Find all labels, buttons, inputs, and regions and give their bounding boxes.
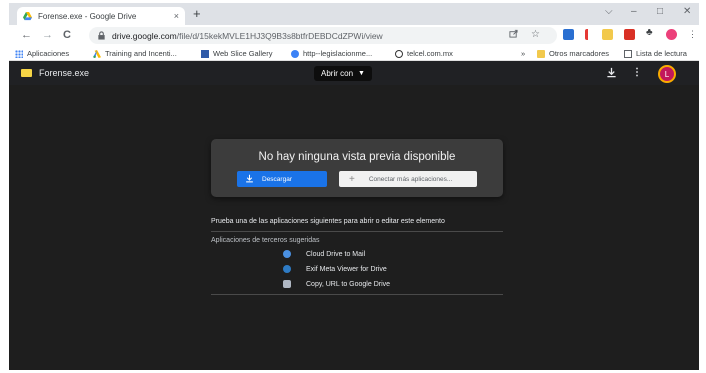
bookmark-training[interactable]: Training and Incenti...	[93, 49, 177, 58]
download-icon	[245, 174, 254, 185]
tab-title: Forense.exe - Google Drive	[38, 11, 137, 21]
profile-avatar-icon[interactable]	[666, 29, 677, 40]
bookmark-legislacion[interactable]: http--legislacionme...	[291, 49, 372, 58]
google-ads-icon	[93, 49, 101, 58]
app-name: Copy, URL to Google Drive	[306, 280, 391, 288]
avatar-letter: L	[664, 69, 670, 79]
exif-viewer-icon	[283, 265, 291, 273]
app-name: Exif Meta Viewer for Drive	[306, 265, 387, 273]
suggest-text: Prueba una de las aplicaciones siguiente…	[211, 218, 445, 225]
bookmark-label: Lista de lectura	[636, 49, 687, 58]
drive-file-viewer: Forense.exe Abrir con ▼ ⋮ L No hay ningu…	[9, 61, 699, 370]
apps-grid-icon	[15, 49, 23, 58]
app-exif-meta-viewer[interactable]: Exif Meta Viewer for Drive	[283, 265, 387, 273]
tab-drive[interactable]: Forense.exe - Google Drive ×	[17, 7, 185, 25]
url-path: /file/d/15kekMVLE1HJ3Q9B3s8btfrDEBDCdZPW…	[176, 30, 383, 41]
download-label: Descargar	[262, 175, 292, 183]
divider	[211, 231, 503, 232]
extension-grid-icon[interactable]	[602, 29, 613, 40]
bookmarks-overflow-button[interactable]: »	[521, 49, 525, 58]
close-window-button[interactable]: ✕	[683, 6, 691, 17]
download-icon[interactable]	[606, 67, 617, 81]
folder-icon	[537, 49, 545, 58]
reload-button[interactable]: C	[63, 28, 71, 42]
reading-list-button[interactable]: Lista de lectura	[624, 49, 687, 58]
bookmark-label: Web Slice Gallery	[213, 49, 273, 58]
extensions-puzzle-icon[interactable]: ♣	[646, 27, 657, 38]
connect-apps-button[interactable]: + Conectar más aplicaciones...	[339, 171, 477, 187]
no-preview-card: No hay ninguna vista previa disponible D…	[211, 139, 503, 197]
tab-close-icon[interactable]: ×	[174, 11, 179, 21]
reading-list-icon	[624, 49, 632, 58]
plus-icon: +	[349, 173, 355, 185]
lock-icon	[97, 31, 106, 40]
no-preview-title: No hay ninguna vista previa disponible	[258, 151, 456, 163]
more-options-icon[interactable]: ⋮	[632, 67, 642, 78]
bookmarks-bar: Aplicaciones Training and Incenti... Web…	[9, 47, 699, 61]
address-bar[interactable]: drive.google.com/file/d/15kekMVLE1HJ3Q9B…	[89, 27, 557, 44]
bookmark-label: telcel.com.mx	[407, 49, 453, 58]
bookmark-aplicaciones[interactable]: Aplicaciones	[15, 49, 69, 58]
url-host: drive.google.com	[112, 30, 177, 41]
extension-pdf-icon[interactable]	[624, 29, 635, 40]
cloud-drive-mail-icon	[283, 250, 291, 258]
tab-search-icon[interactable]: ⌵	[605, 6, 613, 17]
copy-url-drive-icon	[283, 280, 291, 288]
extension-linkedin-icon[interactable]	[563, 29, 574, 40]
bookmark-label: Training and Incenti...	[105, 49, 177, 58]
open-with-label: Abrir con	[321, 69, 354, 78]
bookmark-telcel[interactable]: telcel.com.mx	[395, 49, 453, 58]
file-type-icon	[21, 69, 32, 77]
bookmark-star-icon[interactable]: ☆	[531, 29, 540, 40]
google-drive-icon	[23, 11, 32, 21]
app-copy-url-to-drive[interactable]: Copy, URL to Google Drive	[283, 280, 390, 288]
new-tab-button[interactable]: +	[193, 7, 201, 21]
browser-toolbar: ← → C drive.google.com/file/d/15kekMVLE1…	[9, 25, 699, 47]
third-party-label: Aplicaciones de terceros sugeridas	[211, 237, 320, 244]
globe-icon	[291, 49, 299, 58]
connect-apps-label: Conectar más aplicaciones...	[368, 175, 453, 183]
slice-icon	[201, 49, 209, 58]
bookmark-otros-marcadores[interactable]: Otros marcadores	[537, 49, 609, 58]
caret-down-icon: ▼	[358, 70, 365, 77]
chrome-menu-icon[interactable]: ⋮	[688, 29, 697, 40]
account-avatar[interactable]: L	[658, 65, 676, 83]
app-cloud-drive-to-mail[interactable]: Cloud Drive to Mail	[283, 250, 365, 258]
open-with-button[interactable]: Abrir con ▼	[314, 66, 372, 81]
bookmark-label: http--legislacionme...	[303, 49, 373, 58]
bookmark-label: Aplicaciones	[27, 49, 70, 58]
forward-button[interactable]: →	[42, 28, 53, 42]
app-name: Cloud Drive to Mail	[306, 250, 366, 258]
back-button[interactable]: ←	[21, 28, 32, 42]
viewer-topbar: Forense.exe Abrir con ▼ ⋮ L	[9, 61, 699, 85]
telcel-icon	[395, 49, 403, 58]
download-button[interactable]: Descargar	[237, 171, 327, 187]
bookmark-web-slice[interactable]: Web Slice Gallery	[201, 49, 272, 58]
share-icon[interactable]	[509, 29, 518, 40]
maximize-button[interactable]: □	[657, 6, 663, 17]
extension-pin-icon[interactable]	[585, 29, 591, 40]
bookmark-label: Otros marcadores	[549, 49, 610, 58]
minimize-button[interactable]: –	[631, 6, 637, 17]
file-name: Forense.exe	[39, 68, 90, 78]
tab-strip: Forense.exe - Google Drive × + ⌵ – □ ✕	[9, 3, 699, 25]
browser-window: Forense.exe - Google Drive × + ⌵ – □ ✕ ←…	[9, 3, 699, 370]
divider	[211, 294, 503, 295]
